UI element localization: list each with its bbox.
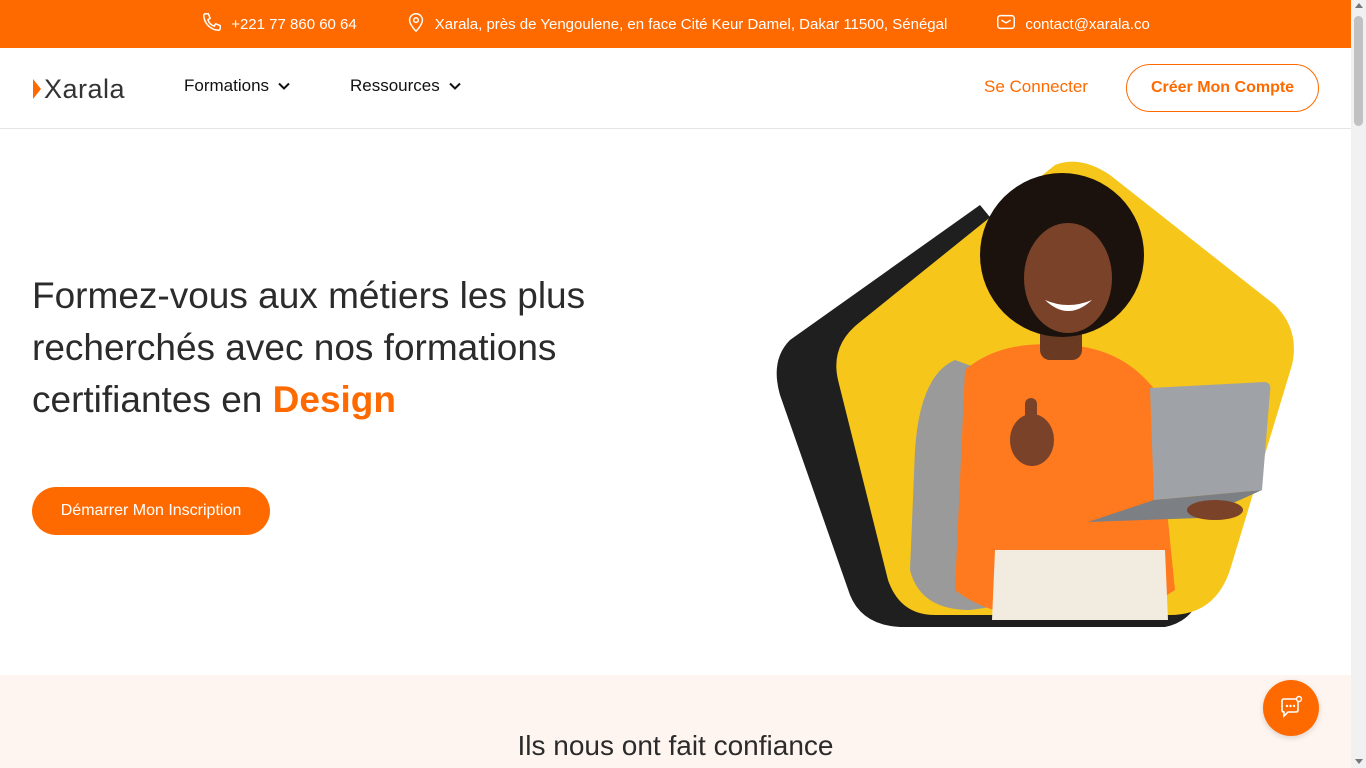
hero-title: Formez-vous aux métiers les plus recherc… [32,270,692,426]
phone-icon [201,11,223,37]
nav-ressources-label: Ressources [350,76,440,95]
phone-text: +221 77 860 60 64 [231,15,357,33]
scroll-down-arrow-icon[interactable] [1354,759,1363,764]
mail-icon [995,11,1017,37]
logo-mark-icon [33,79,41,99]
chevron-down-icon [449,82,461,90]
trust-title: Ils nous ont fait confiance [517,730,834,761]
nav-formations[interactable]: Formations [184,76,292,96]
contact-phone[interactable]: +221 77 860 60 64 [201,11,357,37]
scroll-up-arrow-icon[interactable] [1354,3,1363,8]
logo[interactable]: Xarala [32,74,125,104]
signup-button[interactable]: Créer Mon Compte [1126,64,1319,112]
contact-address[interactable]: Xarala, près de Yengoulene, en face Cité… [405,11,948,37]
contact-bar: +221 77 860 60 64 Xarala, près de Yengou… [0,0,1351,48]
hero-title-accent: Design [272,379,396,420]
logo-text: Xarala [44,73,126,104]
chat-button[interactable] [1263,680,1319,736]
chat-icon [1281,695,1303,718]
page-scrollbar[interactable] [1351,0,1366,768]
hero-illustration [776,161,1294,627]
location-pin-icon [405,11,427,37]
email-text: contact@xarala.co [1025,15,1150,33]
login-link[interactable]: Se Connecter [984,77,1088,97]
trust-section: Ils nous ont fait confiance [0,675,1351,768]
address-text: Xarala, près de Yengoulene, en face Cité… [434,15,948,33]
nav-ressources[interactable]: Ressources [350,76,463,96]
chevron-down-icon [278,82,290,90]
scroll-thumb[interactable] [1354,16,1363,126]
nav-formations-label: Formations [184,76,270,95]
contact-email[interactable]: contact@xarala.co [995,11,1150,37]
main-nav: Xarala Formations Ressources Se Connecte… [0,48,1351,129]
start-registration-button[interactable]: Démarrer Mon Inscription [32,487,270,535]
